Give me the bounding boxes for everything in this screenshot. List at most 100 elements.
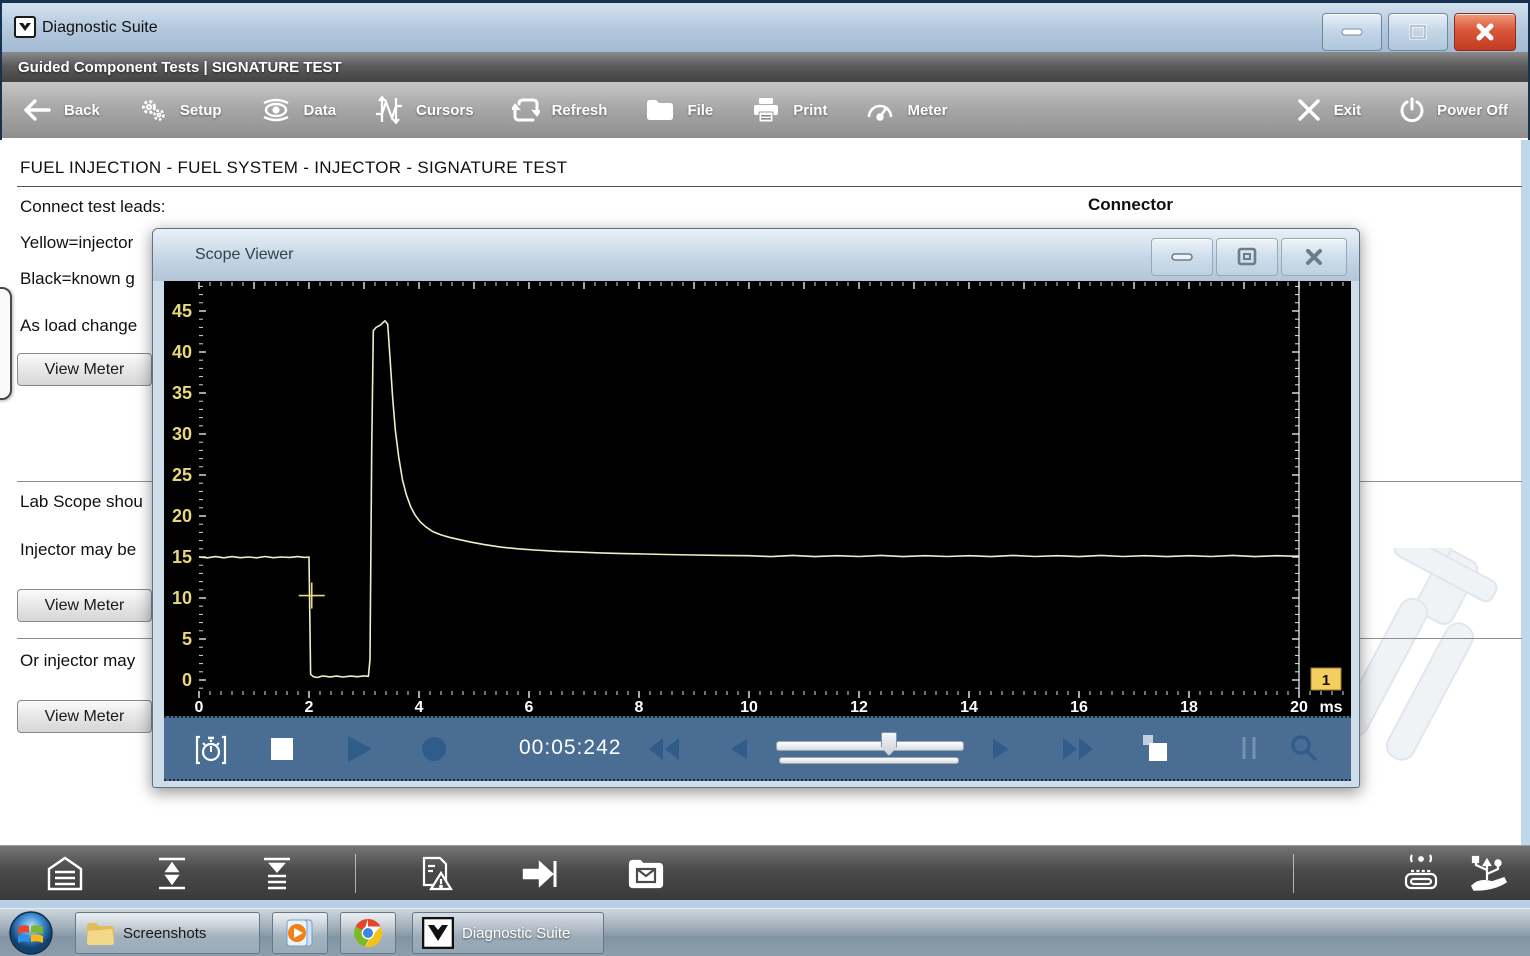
toolbar-cursors-button[interactable]: Cursors bbox=[374, 96, 474, 124]
vci-device-icon bbox=[1400, 854, 1442, 894]
view-meter-button-1[interactable]: View Meter bbox=[17, 353, 152, 386]
taskbar-button-diagnostic-suite[interactable]: Diagnostic Suite bbox=[412, 912, 604, 954]
text-connect-leads: Connect test leads: bbox=[20, 197, 166, 217]
arrow-into-icon bbox=[522, 857, 560, 891]
scope-viewer-window: Scope Viewer 0510152025303540451 0246810… bbox=[152, 228, 1360, 788]
scope-maximize-button[interactable] bbox=[1216, 238, 1278, 276]
stop-button[interactable] bbox=[269, 737, 295, 766]
scope-plot[interactable]: 0510152025303540451 bbox=[164, 281, 1351, 691]
text-yellow-lead: Yellow=injector bbox=[20, 233, 133, 253]
maximize-button[interactable] bbox=[1388, 13, 1448, 51]
start-button[interactable] bbox=[8, 910, 54, 956]
x-tick-label: 20 bbox=[1290, 699, 1308, 716]
toolbar-print-button[interactable]: Print bbox=[751, 96, 827, 124]
x-tick-label: 14 bbox=[960, 699, 978, 716]
collapse-all-button[interactable] bbox=[258, 855, 296, 897]
toolbar-file-button[interactable]: File bbox=[645, 97, 713, 123]
app-logo-icon bbox=[14, 16, 36, 38]
toolbar-exit-button[interactable]: Exit bbox=[1296, 98, 1362, 122]
scope-x-axis: 02468101214161820ms bbox=[164, 691, 1351, 716]
main-toolbar: Back Setup Data Cursors Refresh File Pri… bbox=[0, 82, 1530, 138]
report-button[interactable] bbox=[418, 855, 454, 897]
minimize-button[interactable] bbox=[1322, 13, 1382, 51]
fast-forward-button[interactable] bbox=[1061, 736, 1095, 767]
toolbar-setup-button[interactable]: Setup bbox=[138, 96, 222, 124]
scope-close-button[interactable] bbox=[1281, 238, 1347, 276]
scope-cursor bbox=[299, 583, 325, 609]
step-forward-button[interactable] bbox=[991, 737, 1013, 766]
view-meter-button-2[interactable]: View Meter bbox=[17, 589, 152, 622]
toolbar-refresh-button[interactable]: Refresh bbox=[512, 96, 608, 124]
x-tick-label: 0 bbox=[195, 699, 204, 716]
window-border-top bbox=[0, 0, 1530, 3]
side-panel-handle[interactable] bbox=[0, 287, 12, 400]
toolbar-meter-button[interactable]: Meter bbox=[865, 97, 947, 123]
folder-mail-icon bbox=[628, 856, 664, 890]
scope-window-title: Scope Viewer bbox=[195, 246, 293, 264]
collapse-down-icon bbox=[258, 855, 296, 892]
y-tick-label: 45 bbox=[172, 301, 192, 321]
vci-status-button[interactable] bbox=[1400, 854, 1442, 899]
usb-connection-button[interactable] bbox=[1464, 854, 1510, 899]
x-tick-label: 2 bbox=[305, 699, 314, 716]
screen: Diagnostic Suite Guided Component Tests … bbox=[0, 0, 1530, 956]
home-button[interactable] bbox=[46, 855, 84, 897]
title-rule bbox=[17, 186, 1522, 187]
diagnostic-suite-icon bbox=[422, 917, 454, 949]
breadcrumb: Guided Component Tests | SIGNATURE TEST bbox=[18, 59, 342, 76]
y-tick-label: 30 bbox=[172, 424, 192, 444]
scope-minimize-button[interactable] bbox=[1151, 238, 1213, 276]
taskbar-button-mediaplayer[interactable] bbox=[272, 912, 328, 954]
zoom-button[interactable] bbox=[1289, 733, 1319, 768]
y-tick-label: 5 bbox=[182, 629, 192, 649]
close-button[interactable] bbox=[1454, 13, 1516, 51]
step-back-button[interactable] bbox=[727, 737, 749, 766]
page-title: FUEL INJECTION - FUEL SYSTEM - INJECTOR … bbox=[20, 158, 567, 178]
folder-icon bbox=[85, 919, 115, 947]
waveform-channel-1 bbox=[199, 321, 1299, 678]
timer-icon[interactable] bbox=[194, 735, 228, 770]
taskbar-button-chrome[interactable] bbox=[340, 912, 396, 954]
saved-files-button[interactable] bbox=[628, 856, 664, 895]
app-titlebar[interactable]: Diagnostic Suite bbox=[0, 3, 1530, 52]
y-tick-label: 40 bbox=[172, 342, 192, 362]
y-tick-label: 35 bbox=[172, 383, 192, 403]
toolbar-back-button[interactable]: Back bbox=[22, 98, 100, 122]
y-tick-label: 10 bbox=[172, 588, 192, 608]
rewind-button[interactable] bbox=[647, 736, 681, 767]
snapshot-button[interactable] bbox=[1139, 733, 1171, 770]
toolbar-data-button[interactable]: Data bbox=[260, 97, 337, 123]
text-injector-may: Injector may be bbox=[20, 540, 136, 560]
connector-test-button[interactable] bbox=[522, 857, 560, 896]
waveform-cursors-icon bbox=[374, 96, 404, 124]
record-button[interactable] bbox=[420, 736, 448, 769]
app-title: Diagnostic Suite bbox=[42, 19, 158, 37]
play-button[interactable] bbox=[344, 734, 374, 769]
view-meter-button-3[interactable]: View Meter bbox=[17, 700, 152, 733]
usb-icon bbox=[1464, 854, 1510, 894]
bottom-ruler bbox=[199, 691, 1343, 698]
media-player-icon bbox=[284, 917, 316, 949]
taskbar-button-screenshots[interactable]: Screenshots bbox=[75, 912, 260, 954]
zoom-slider-track[interactable] bbox=[779, 757, 959, 764]
status-toolbar-divider-2 bbox=[1293, 854, 1294, 893]
x-tick-label: 16 bbox=[1070, 699, 1088, 716]
toolbar-poweroff-button[interactable]: Power Off bbox=[1399, 97, 1508, 123]
text-lab-scope: Lab Scope shou bbox=[20, 492, 143, 512]
scope-titlebar[interactable]: Scope Viewer bbox=[153, 229, 1359, 281]
svg-text:1: 1 bbox=[1322, 672, 1330, 689]
expand-vertical-icon bbox=[153, 855, 191, 892]
position-slider-track[interactable] bbox=[776, 741, 964, 751]
marker-button[interactable] bbox=[1236, 735, 1262, 766]
x-tick-label: 18 bbox=[1180, 699, 1198, 716]
y-tick-label: 20 bbox=[172, 506, 192, 526]
home-icon bbox=[46, 855, 84, 892]
eye-icon bbox=[260, 97, 292, 123]
refresh-arrows-icon bbox=[512, 96, 540, 124]
x-tick-label: 10 bbox=[740, 699, 758, 716]
breadcrumb-bar: Guided Component Tests | SIGNATURE TEST bbox=[0, 52, 1530, 82]
x-tick-label: 8 bbox=[635, 699, 644, 716]
chrome-icon bbox=[352, 917, 384, 949]
position-slider-handle[interactable] bbox=[881, 732, 897, 756]
expand-all-button[interactable] bbox=[153, 855, 191, 897]
